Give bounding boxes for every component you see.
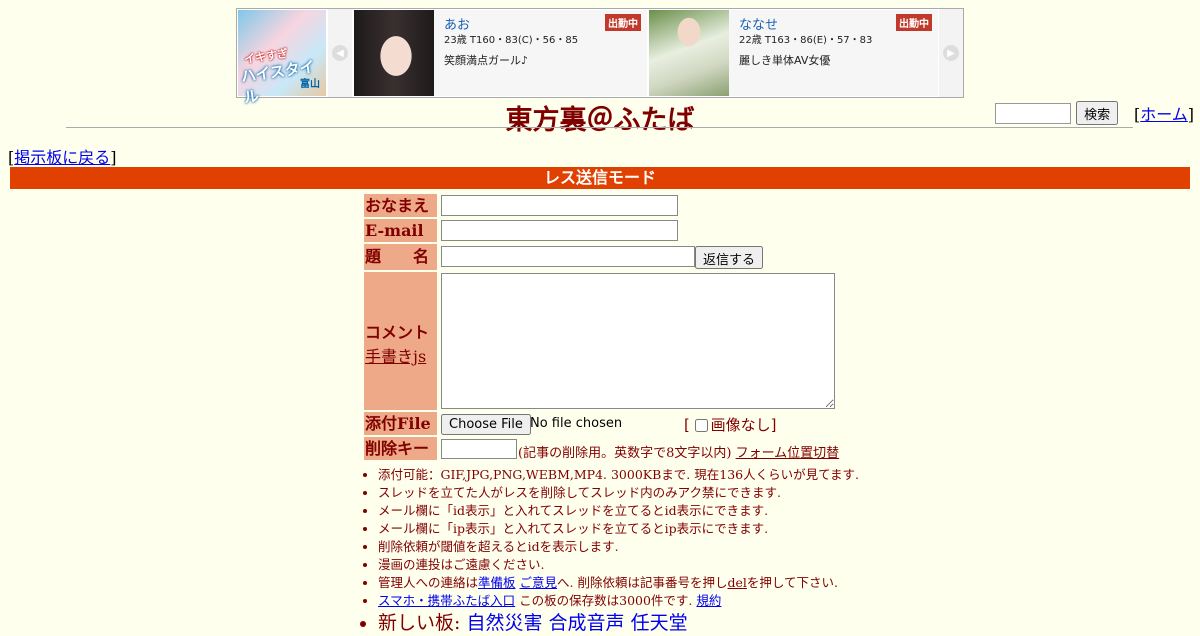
board-notes-list: 添付可能：GIF,JPG,PNG,WEBM,MP4. 3000KBまで. 現在1… xyxy=(364,466,859,636)
list-item: 削除依頼が閾値を超えるとidを表示します. xyxy=(378,538,859,556)
ad-prev-button[interactable]: ◀ xyxy=(328,9,352,97)
rules-link[interactable]: 規約 xyxy=(696,593,721,608)
chevron-right-icon: ▶ xyxy=(943,45,959,61)
delete-key-hint: (記事の削除用。英数字で8文字以内) xyxy=(518,446,732,461)
search-form: 検索 xyxy=(995,101,1119,125)
comment-label-cell: コメント 手書きjs xyxy=(364,272,437,410)
list-item: 管理人への連絡は準備板 ご意見へ. 削除依頼は記事番号を押しdelを押して下さい… xyxy=(378,574,859,592)
list-item: メール欄に「id表示」と入れてスレッドを立てるとid表示にできます. xyxy=(378,502,859,520)
search-input[interactable] xyxy=(995,102,1071,124)
contact-text-end: を押して下さい. xyxy=(746,575,838,590)
file-label: 添付File xyxy=(364,412,437,435)
feedback-link[interactable]: ご意見 xyxy=(520,575,558,590)
del-link[interactable]: del xyxy=(727,575,746,590)
form-position-toggle-link[interactable]: フォーム位置切替 xyxy=(736,446,840,461)
ad-card[interactable]: ななせ 出勤中 22歳 T163・86(E)・57・83 麗しき単体AV女優 xyxy=(649,10,938,96)
no-image-bracket-close: ] xyxy=(770,416,777,434)
board-link-synth-voice[interactable]: 合成音声 xyxy=(549,612,625,634)
no-image-option: [ 画像なし] xyxy=(684,414,777,435)
ad-card-catchphrase: 笑顔満点ガール♪ xyxy=(444,54,529,67)
list-item: メール欄に「ip表示」と入れてスレッドを立てるとip表示にできます. xyxy=(378,520,859,538)
search-button[interactable]: 検索 xyxy=(1076,101,1119,125)
back-to-board-link[interactable]: 掲示板に戻る xyxy=(14,148,110,167)
handwriting-link[interactable]: 手書きjs xyxy=(365,347,426,366)
submit-reply-button[interactable]: 返信する xyxy=(695,246,764,269)
ad-card-catchphrase: 麗しき単体AV女優 xyxy=(739,54,831,67)
delete-key-input[interactable] xyxy=(441,439,517,459)
reply-mode-bar: レス送信モード xyxy=(10,167,1190,189)
home-nav: [ホーム] xyxy=(1134,101,1194,125)
ad-banner-strip[interactable]: イキすぎ ハイスタイル 富山 ◀ あお 出勤中 23歳 T160・83(C)・5… xyxy=(236,8,964,107)
new-boards-label: 新しい板: xyxy=(378,612,461,634)
chevron-left-icon: ◀ xyxy=(332,45,348,61)
back-bracket-close: ] xyxy=(110,148,117,167)
ad-card-stats: 22歳 T163・86(E)・57・83 xyxy=(739,35,873,46)
status-badge: 出勤中 xyxy=(896,14,932,31)
no-image-bracket-open: [ xyxy=(684,416,690,434)
list-item: 新しい板: 自然災害 合成音声 任天堂 xyxy=(378,610,859,636)
board-link-disaster[interactable]: 自然災害 xyxy=(466,612,542,634)
ad-logo-line3: 富山 xyxy=(300,79,320,90)
mobile-entry-link[interactable]: スマホ・携帯ふたば入口 xyxy=(378,593,515,608)
contact-text: 管理人への連絡は xyxy=(378,575,479,590)
no-image-label: 画像なし xyxy=(710,416,771,434)
list-item: スマホ・携帯ふたば入口 この板の保存数は3000件です. 規約 xyxy=(378,592,859,610)
ad-card[interactable]: あお 出勤中 23歳 T160・83(C)・56・85 笑顔満点ガール♪ xyxy=(354,10,647,96)
header-divider xyxy=(66,127,1133,128)
list-item: 漫画の連投はご遠慮ください. xyxy=(378,556,859,574)
name-input[interactable] xyxy=(441,195,678,216)
subject-label: 題 名 xyxy=(364,244,437,270)
email-label: E-mail xyxy=(364,219,437,242)
ad-next-button[interactable]: ▶ xyxy=(939,9,963,97)
ad-logo-banner[interactable]: イキすぎ ハイスタイル 富山 xyxy=(238,10,326,107)
list-item: 添付可能：GIF,JPG,PNG,WEBM,MP4. 3000KBまで. 現在1… xyxy=(378,466,859,484)
delete-key-label: 削除キー xyxy=(364,437,437,460)
ad-card-photo xyxy=(649,10,729,96)
comment-label: コメント xyxy=(365,323,430,342)
delete-key-note: (記事の削除用。英数字で8文字以内) フォーム位置切替 xyxy=(518,442,839,461)
contact-text-mid: へ. 削除依頼は記事番号を押し xyxy=(557,575,728,590)
subject-input[interactable] xyxy=(441,246,695,267)
name-label: おなまえ xyxy=(364,194,437,217)
status-badge: 出勤中 xyxy=(605,14,641,31)
file-status-text: No file chosen xyxy=(530,416,623,431)
choose-file-button[interactable]: Choose File xyxy=(441,414,531,435)
list-item: スレッドを立てた人がレスを削除してスレッド内のみアク禁にできます. xyxy=(378,484,859,502)
no-image-checkbox[interactable] xyxy=(694,419,708,432)
ad-card-stats: 23歳 T160・83(C)・56・85 xyxy=(444,35,579,46)
ad-card-photo xyxy=(354,10,434,96)
board-link-nintendo[interactable]: 任天堂 xyxy=(631,612,688,634)
home-link[interactable]: ホーム xyxy=(1140,105,1188,124)
comment-textarea[interactable] xyxy=(441,273,835,409)
email-input[interactable] xyxy=(441,220,678,241)
prep-board-link[interactable]: 準備板 xyxy=(478,575,516,590)
retention-text: この板の保存数は3000件です. xyxy=(519,593,693,608)
home-bracket-close: ] xyxy=(1187,105,1195,124)
back-nav: [掲示板に戻る] xyxy=(8,144,117,168)
